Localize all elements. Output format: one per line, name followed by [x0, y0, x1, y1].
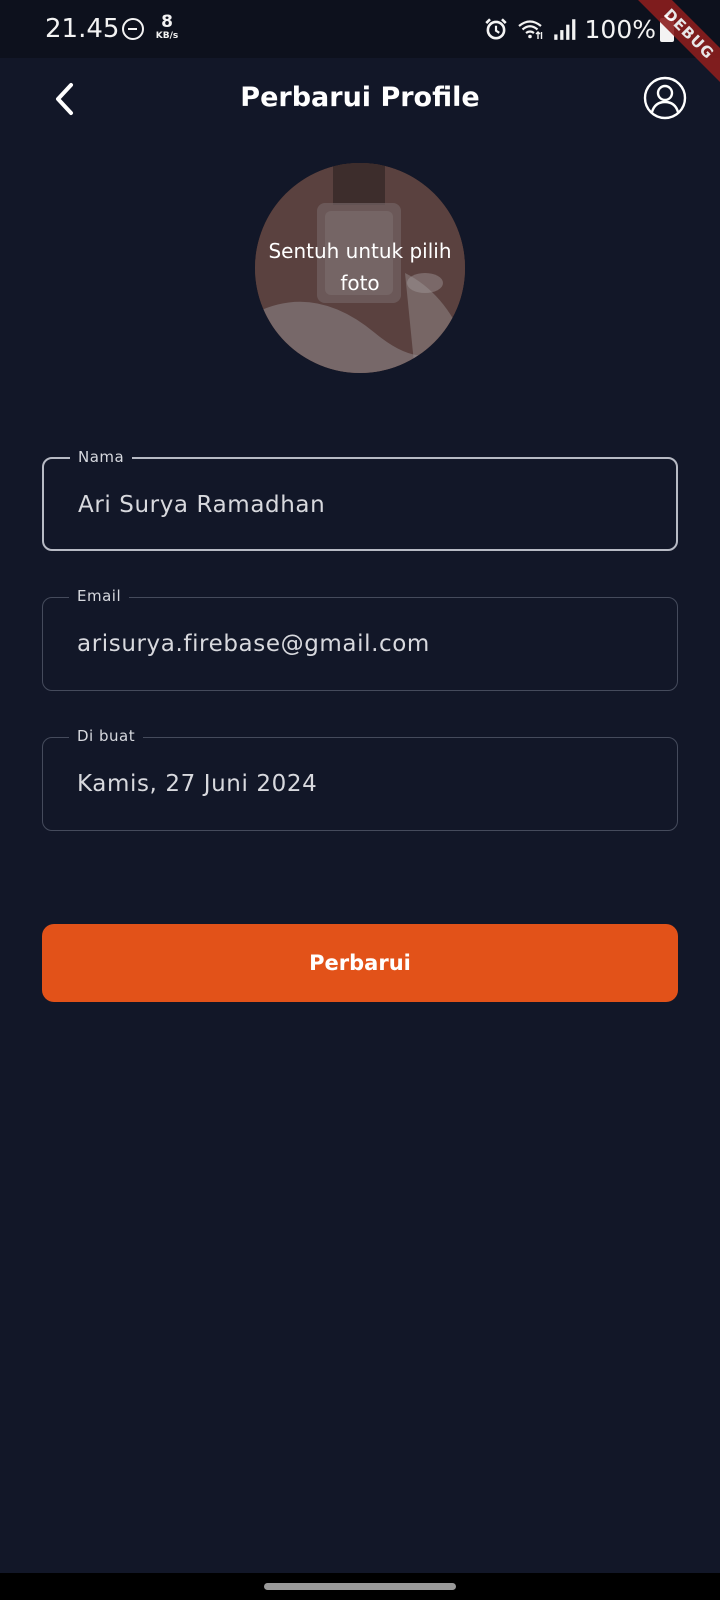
status-bar: 21.45 8 KB/s 100% — [0, 0, 720, 58]
do-not-disturb-icon — [122, 18, 144, 40]
status-time: 21.45 — [45, 14, 120, 44]
email-field-value: arisurya.firebase@gmail.com — [77, 631, 430, 657]
user-circle-icon — [643, 76, 687, 120]
created-date-field-label: Di buat — [69, 727, 144, 745]
name-field-label: Nama — [70, 448, 133, 466]
network-speed: 8 KB/s — [152, 14, 182, 41]
alarm-icon — [484, 18, 507, 40]
email-field-label: Email — [69, 587, 130, 605]
status-icons: 100% — [483, 14, 656, 44]
network-speed-unit: KB/s — [155, 31, 179, 41]
page-title: Perbarui Profile — [240, 82, 480, 113]
avatar-picker[interactable]: Sentuh untuk pilih foto — [255, 163, 465, 373]
profile-button[interactable] — [640, 73, 690, 123]
created-date-field[interactable]: Di buat Kamis, 27 Juni 2024 — [42, 727, 678, 831]
name-field[interactable]: Nama Ari Surya Ramadhan — [42, 448, 678, 551]
app-bar: Perbarui Profile — [0, 58, 720, 142]
avatar-hint: Sentuh untuk pilih foto — [268, 239, 452, 295]
battery-percent: 100% — [584, 14, 656, 44]
signal-icon — [553, 19, 575, 40]
system-nav-bar — [0, 1573, 720, 1600]
home-gesture-handle[interactable] — [264, 1583, 456, 1590]
wifi-icon — [517, 20, 542, 39]
update-profile-screen: 21.45 8 KB/s 100% DEBUG Perbarui Profile… — [0, 0, 720, 1600]
name-field-value: Ari Surya Ramadhan — [78, 492, 326, 518]
email-field[interactable]: Email arisurya.firebase@gmail.com — [42, 587, 678, 691]
update-button[interactable]: Perbarui — [42, 924, 678, 1002]
network-speed-value: 8 — [161, 12, 173, 32]
created-date-field-value: Kamis, 27 Juni 2024 — [77, 771, 318, 797]
